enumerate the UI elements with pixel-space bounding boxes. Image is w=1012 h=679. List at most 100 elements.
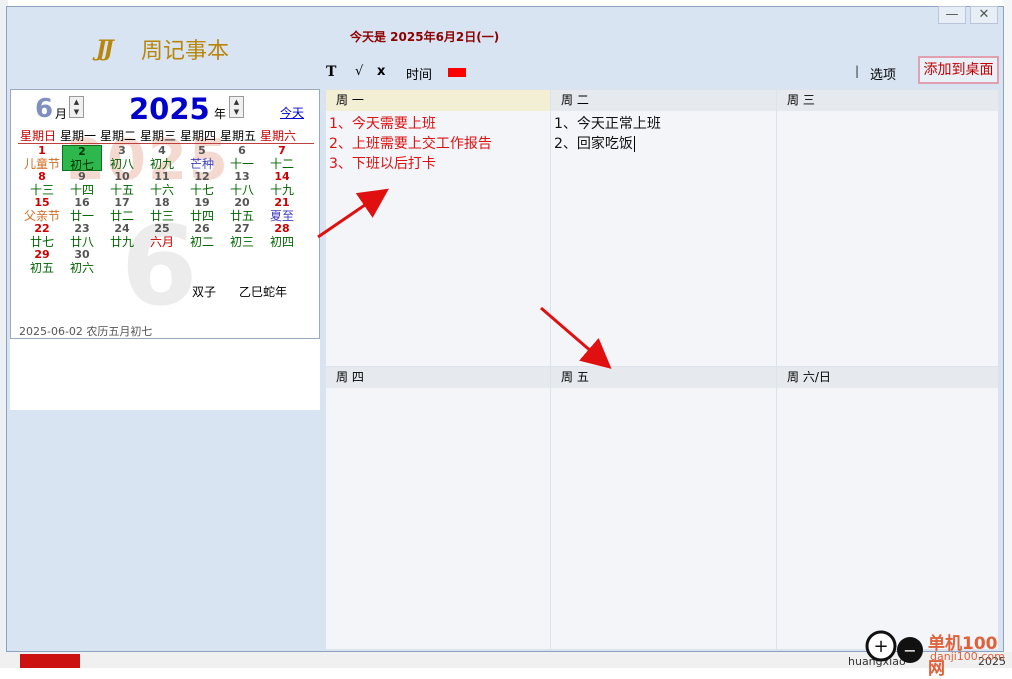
calendar-day-lunar: 廿三 bbox=[149, 209, 174, 223]
calendar-day[interactable]: 27 初三 bbox=[222, 223, 262, 250]
calendar-day-number: 4 bbox=[158, 144, 166, 157]
calendar-day[interactable]: 7 十二 bbox=[262, 145, 302, 172]
calendar-day-number: 18 bbox=[154, 196, 170, 209]
calendar-day[interactable]: 8 十三 bbox=[22, 171, 62, 198]
note-item[interactable]: 1、今天正常上班 bbox=[554, 114, 661, 134]
monday-notes[interactable]: 1、今天需要上班 2、上班需要上交工作报告 3、下班以后打卡 bbox=[329, 114, 492, 174]
cross-mark-button[interactable]: x bbox=[377, 64, 385, 79]
calendar-day[interactable]: 29 初五 bbox=[22, 249, 62, 276]
calendar-day-number: 23 bbox=[74, 222, 90, 235]
calendar-day-lunar: 十六 bbox=[149, 183, 174, 197]
weekday-label: 星期四 bbox=[179, 129, 216, 143]
zodiac-sign: 双子 bbox=[192, 285, 217, 299]
calendar-day-lunar: 廿七 bbox=[29, 235, 54, 249]
calendar-panel: 2025 6 6 月 ▲ ▼ 2025 年 ▲ ▼ 今天 星期日 星期一 星期二… bbox=[10, 89, 320, 339]
calendar-day-selected[interactable]: 2 初七 bbox=[62, 145, 102, 172]
note-item[interactable]: 1、今天需要上班 bbox=[329, 114, 492, 134]
calendar-day-lunar: 初三 bbox=[229, 235, 254, 249]
calendar-day[interactable]: 11 十六 bbox=[142, 171, 182, 198]
calendar-day-lunar: 儿童节 bbox=[23, 157, 60, 171]
options-button[interactable]: 选项 bbox=[870, 64, 896, 83]
lunar-year-ganzhi: 乙巳蛇年 bbox=[239, 285, 288, 299]
calendar-day-number: 17 bbox=[114, 196, 130, 209]
spinner-up-icon[interactable]: ▲ bbox=[230, 97, 243, 107]
calendar-blank-area bbox=[10, 339, 320, 410]
calendar-day-lunar: 初六 bbox=[69, 261, 94, 275]
close-button[interactable]: ✕ bbox=[970, 6, 998, 24]
pane-friday[interactable]: 周 五 bbox=[550, 366, 777, 650]
pane-header-thursday: 周 四 bbox=[326, 367, 550, 388]
calendar-day[interactable]: 17 廿二 bbox=[102, 196, 142, 224]
calendar-day-lunar: 十九 bbox=[269, 183, 294, 197]
calendar-day[interactable]: 24 廿九 bbox=[102, 223, 142, 250]
spinner-down-icon[interactable]: ▼ bbox=[70, 107, 83, 117]
calendar-day[interactable]: 28 初四 bbox=[262, 223, 302, 250]
calendar-day-lunar: 初二 bbox=[189, 235, 214, 249]
pane-header-weekend: 周 六/日 bbox=[777, 367, 998, 388]
calendar-day[interactable]: 20 廿五 bbox=[222, 196, 262, 224]
calendar-day[interactable]: 30 初六 bbox=[62, 249, 102, 276]
today-link[interactable]: 今天 bbox=[280, 104, 304, 121]
calendar-day[interactable]: 19 廿四 bbox=[182, 197, 222, 224]
calendar-day[interactable]: 1 儿童节 bbox=[22, 145, 62, 172]
pane-monday[interactable]: 周 一 1、今天需要上班 2、上班需要上交工作报告 3、下班以后打卡 bbox=[325, 89, 551, 367]
calendar-day[interactable]: 6 十一 bbox=[222, 144, 262, 172]
calendar-day-lunar: 父亲节 bbox=[23, 209, 60, 223]
note-item[interactable]: 2、上班需要上交工作报告 bbox=[329, 134, 492, 154]
calendar-day-number: 25 bbox=[154, 222, 170, 235]
site-logo-icon: + − bbox=[865, 630, 923, 663]
spinner-down-icon[interactable]: ▼ bbox=[230, 107, 243, 117]
calendar-day-number: 6 bbox=[238, 144, 246, 157]
calendar-day-number: 21 bbox=[274, 196, 290, 209]
calendar-day[interactable]: 18 廿三 bbox=[142, 196, 182, 224]
calendar-day-number: 20 bbox=[234, 196, 250, 209]
bold-format-icon[interactable]: T bbox=[326, 64, 336, 80]
calendar-day-lunar: 廿九 bbox=[109, 235, 134, 249]
note-item[interactable]: 2、回家吃饭 bbox=[554, 134, 661, 154]
calendar-day[interactable]: 4 初九 bbox=[142, 144, 182, 172]
calendar-day[interactable]: 12 十七 bbox=[182, 171, 222, 198]
calendar-day[interactable]: 13 十八 bbox=[222, 171, 262, 198]
weekday-label: 星期六 bbox=[259, 129, 296, 143]
calendar-day-number: 14 bbox=[274, 170, 290, 183]
calendar-day-grid: 1 儿童节 2 初七 3 初八 4 初九 5 芒种 6 十一 7 十二 8 十三 9 十四 10 十五 11 十六 12 十七… bbox=[22, 144, 302, 276]
tuesday-notes[interactable]: 1、今天正常上班 2、回家吃饭 bbox=[554, 114, 661, 154]
calendar-day[interactable]: 5 芒种 bbox=[182, 145, 222, 172]
calendar-day-lunar: 十五 bbox=[109, 183, 134, 197]
svg-text:−: − bbox=[903, 641, 916, 660]
calendar-day[interactable]: 21 夏至 bbox=[262, 196, 302, 224]
calendar-day[interactable]: 14 十九 bbox=[262, 170, 302, 198]
calendar-day-lunar: 廿一 bbox=[69, 209, 94, 223]
calendar-day[interactable]: 23 廿八 bbox=[62, 222, 102, 250]
calendar-day[interactable]: 3 初八 bbox=[102, 145, 142, 172]
month-spinner[interactable]: ▲ ▼ bbox=[69, 96, 84, 118]
calendar-day[interactable]: 22 廿七 bbox=[22, 223, 62, 250]
pane-weekend[interactable]: 周 六/日 bbox=[776, 366, 999, 650]
pane-wednesday[interactable]: 周 三 bbox=[776, 89, 999, 367]
note-item[interactable]: 3、下班以后打卡 bbox=[329, 154, 492, 174]
calendar-day[interactable]: 25 六月 bbox=[142, 222, 182, 250]
weekday-label: 星期五 bbox=[219, 129, 256, 143]
check-mark-button[interactable]: √ bbox=[355, 64, 363, 79]
minimize-button[interactable]: — bbox=[938, 6, 966, 24]
year-spinner[interactable]: ▲ ▼ bbox=[229, 96, 244, 118]
calendar-day[interactable]: 16 廿一 bbox=[62, 197, 102, 224]
insert-time-button[interactable]: 时间 bbox=[406, 64, 432, 83]
text-color-swatch[interactable] bbox=[448, 68, 466, 77]
toolbar-separator: | bbox=[855, 64, 860, 78]
calendar-day[interactable]: 26 初二 bbox=[182, 223, 222, 250]
app-title: 周记事本 bbox=[141, 39, 230, 64]
pane-tuesday[interactable]: 周 二 1、今天正常上班 2、回家吃饭 bbox=[550, 89, 777, 367]
calendar-day[interactable]: 9 十四 bbox=[62, 171, 102, 198]
calendar-day[interactable]: 15 父亲节 bbox=[22, 197, 62, 224]
pane-header-monday: 周 一 bbox=[326, 90, 550, 111]
calendar-day-lunar: 十一 bbox=[229, 157, 254, 171]
pane-thursday[interactable]: 周 四 bbox=[325, 366, 551, 650]
calendar-day[interactable]: 10 十五 bbox=[102, 171, 142, 198]
calendar-day-lunar: 六月 bbox=[149, 235, 174, 249]
spinner-up-icon[interactable]: ▲ bbox=[70, 97, 83, 107]
calendar-day-lunar: 十二 bbox=[269, 157, 294, 171]
add-to-desktop-button[interactable]: 添加到桌面 bbox=[918, 56, 999, 84]
calendar-day-lunar: 廿八 bbox=[69, 235, 94, 249]
calendar-day-lunar: 初九 bbox=[149, 157, 174, 171]
